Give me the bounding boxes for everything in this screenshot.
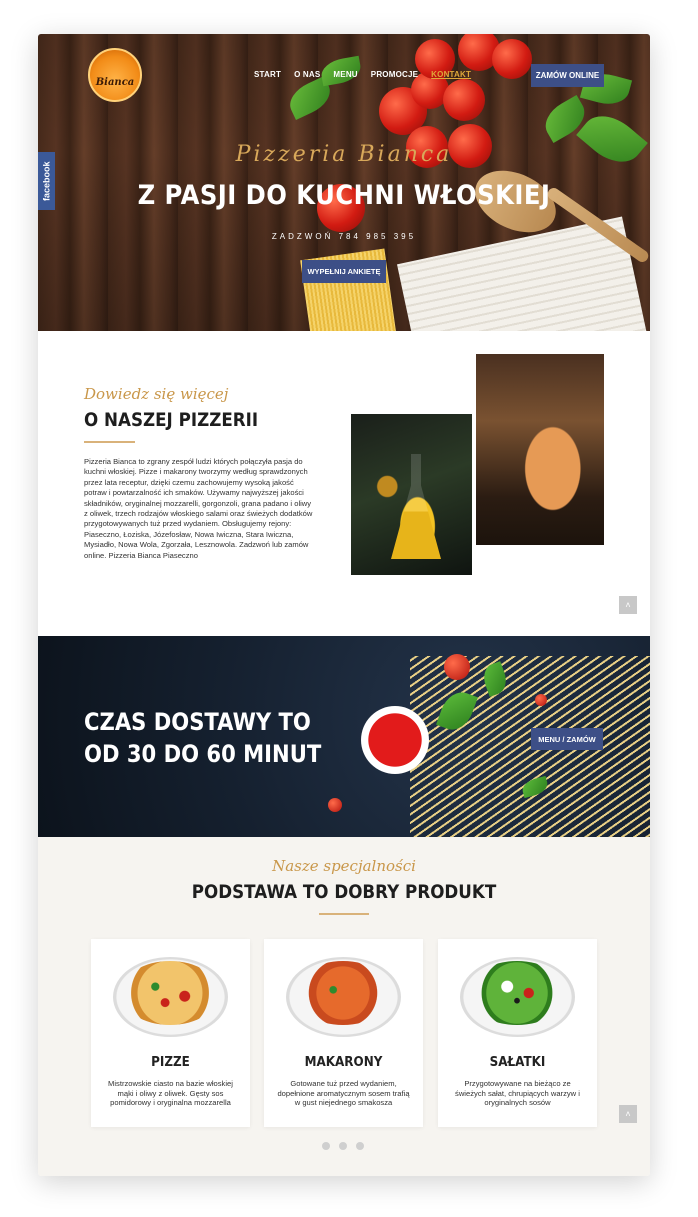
about-script-title: Dowiedz się więcej — [84, 385, 229, 403]
hero-section: Bianca START O NAS MENU PROMOCJE KONTAKT… — [38, 34, 650, 331]
sauce-bowl-image — [361, 706, 429, 774]
about-section: Dowiedz się więcej O NASZEJ PIZZERII Piz… — [38, 331, 650, 636]
chevron-up-icon: ˄ — [625, 1109, 631, 1119]
scroll-top-button[interactable]: ˄ — [619, 1105, 637, 1123]
card-description: Gotowane tuż przed wydaniem, dopełnione … — [277, 1079, 410, 1108]
card-title: SAŁATKI — [489, 1055, 546, 1070]
scroll-top-button[interactable]: ˄ — [619, 596, 637, 614]
nav-item-kontakt[interactable]: KONTAKT — [431, 70, 471, 79]
pager-dot[interactable] — [339, 1142, 347, 1150]
about-text: Pizzeria Bianca to zgrany zespół ludzi k… — [84, 457, 313, 560]
about-divider — [84, 441, 135, 443]
about-title: O NASZEJ PIZZERII — [84, 409, 259, 431]
hero-title: Z PASJI DO KUCHNI WŁOSKIEJ — [137, 180, 551, 211]
card-makarony[interactable]: MAKARONY Gotowane tuż przed wydaniem, do… — [264, 939, 423, 1127]
card-description: Przygotowywane na bieżąco ze świeżych sa… — [455, 1079, 580, 1108]
card-title: PIZZE — [151, 1055, 190, 1070]
card-title: MAKARONY — [304, 1055, 383, 1070]
pager-dot[interactable] — [322, 1142, 330, 1150]
card-salatki[interactable]: SAŁATKI Przygotowywane na bieżąco ze świ… — [438, 939, 597, 1127]
delivery-title: CZAS DOSTAWY TO OD 30 DO 60 MINUT — [84, 706, 321, 770]
delivery-title-line1: CZAS DOSTAWY TO — [84, 708, 311, 736]
nav-item-o-nas[interactable]: O NAS — [294, 70, 320, 79]
page-frame: Bianca START O NAS MENU PROMOCJE KONTAKT… — [38, 34, 650, 1176]
delivery-section: CZAS DOSTAWY TO OD 30 DO 60 MINUT MENU /… — [38, 636, 650, 837]
nav-item-promocje[interactable]: PROMOCJE — [371, 70, 418, 79]
nav-item-start[interactable]: START — [254, 70, 281, 79]
pager-dot[interactable] — [356, 1142, 364, 1150]
nav-item-menu[interactable]: MENU — [333, 70, 357, 79]
hero-phone[interactable]: ZADZWOŃ 784 985 395 — [38, 232, 650, 241]
survey-button[interactable]: WYPEŁNIJ ANKIETĘ — [302, 260, 386, 283]
delivery-title-line2: OD 30 DO 60 MINUT — [84, 740, 322, 768]
order-online-button[interactable]: ZAMÓW ONLINE — [531, 64, 604, 87]
specialties-title: PODSTAWA TO DOBRY PRODUKT — [191, 881, 497, 903]
specialties-section: Nasze specjalności PODSTAWA TO DOBRY PRO… — [38, 837, 650, 1176]
carousel-pager — [322, 1142, 364, 1150]
olive-oil-image — [351, 414, 472, 575]
logo-text: Bianca — [95, 76, 135, 88]
hero-script-title: Pizzeria Bianca — [235, 142, 453, 167]
pizza-hands-image — [476, 354, 604, 545]
pizzeria-logo[interactable]: Bianca — [88, 48, 142, 102]
chevron-up-icon: ˄ — [625, 600, 631, 610]
specialties-divider — [319, 913, 369, 915]
facebook-tab[interactable]: facebook — [38, 152, 55, 210]
main-nav: START O NAS MENU PROMOCJE KONTAKT — [254, 70, 484, 79]
menu-order-button[interactable]: MENU / ZAMÓW — [531, 728, 603, 750]
card-description: Mistrzowskie ciasto na bazie włoskiej mą… — [108, 1079, 233, 1108]
specialties-script-title: Nasze specjalności — [272, 857, 416, 875]
spaghetti-image — [410, 656, 650, 837]
card-pizze[interactable]: PIZZE Mistrzowskie ciasto na bazie włosk… — [91, 939, 250, 1127]
